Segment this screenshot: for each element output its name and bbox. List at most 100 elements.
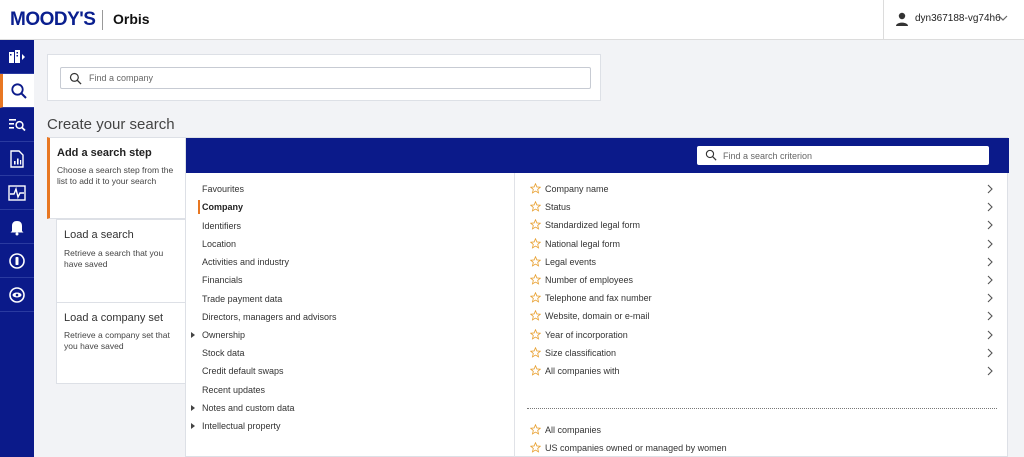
criterion-search-input[interactable]: [723, 148, 978, 163]
chevron-right-icon: [987, 366, 993, 376]
criterion-row[interactable]: Status: [530, 201, 994, 215]
criterion-row[interactable]: Company name: [530, 183, 994, 197]
criterion-row[interactable]: All companies with: [530, 365, 994, 379]
category-ownership[interactable]: Ownership: [202, 328, 245, 342]
star-icon[interactable]: [530, 310, 541, 322]
company-search-box[interactable]: [60, 67, 591, 89]
chevron-right-icon: [987, 202, 993, 212]
chevron-right-icon: [987, 275, 993, 285]
predefined-search-row[interactable]: US companies owned or managed by women: [530, 442, 994, 456]
search-icon: [10, 82, 27, 99]
category-stock-data[interactable]: Stock data: [202, 346, 245, 360]
star-icon[interactable]: [530, 292, 541, 303]
chevron-right-icon: [987, 348, 993, 358]
criterion-row[interactable]: National legal form: [530, 237, 994, 252]
sidebar-item-alerts[interactable]: [0, 210, 34, 244]
criterion-label: Website, domain or e-mail: [545, 311, 650, 322]
star-icon[interactable]: [530, 365, 541, 376]
sidebar-item-info[interactable]: [0, 244, 34, 278]
step-load-company-set[interactable]: Load a company set Retrieve a company se…: [56, 302, 186, 384]
user-name: dyn367188-vg74h6: [915, 13, 1001, 24]
star-icon[interactable]: [530, 346, 541, 358]
criterion-search-box[interactable]: [697, 146, 989, 165]
sidebar-item-companies[interactable]: [0, 40, 34, 74]
star-icon[interactable]: [530, 274, 541, 285]
star-icon[interactable]: [530, 328, 541, 340]
criterion-row[interactable]: Website, domain or e-mail: [530, 310, 994, 324]
criterion-label: Standardized legal form: [545, 220, 641, 231]
criterion-row[interactable]: Size classification: [530, 346, 994, 361]
predefined-search-label: All companies: [545, 425, 602, 435]
report-icon: [10, 149, 24, 168]
sidebar-item-view[interactable]: [0, 278, 34, 312]
user-icon: [896, 12, 908, 26]
category-company[interactable]: Company: [202, 200, 243, 214]
category-financials[interactable]: Financials: [202, 273, 243, 287]
predefined-search-label: US companies owned or managed by women: [545, 443, 727, 453]
star-icon[interactable]: [530, 442, 541, 453]
step-title: Load a company set: [64, 312, 164, 324]
criterion-label: Telephone and fax number: [545, 293, 652, 304]
star-icon[interactable]: [530, 424, 541, 435]
predefined-search-row[interactable]: All companies: [530, 424, 994, 438]
bell-icon: [10, 220, 24, 235]
product-name[interactable]: Orbis: [113, 11, 150, 27]
active-category-marker: [198, 200, 200, 214]
chevron-right-icon: [987, 184, 993, 194]
category-directors[interactable]: Directors, managers and advisors: [202, 310, 337, 324]
chevron-right-icon: [987, 239, 993, 248]
sidebar-item-reports[interactable]: [0, 142, 34, 176]
star-icon[interactable]: [530, 255, 541, 267]
logo-divider: [102, 10, 103, 30]
category-intellectual-property[interactable]: Intellectual property: [202, 419, 281, 433]
moodys-logo[interactable]: MOODY'S: [10, 9, 96, 31]
category-trade-payment-data[interactable]: Trade payment data: [202, 292, 282, 306]
step-description: Choose a search step from the list to ad…: [57, 165, 174, 186]
step-description: Retrieve a company set that you have sav…: [64, 330, 170, 351]
criterion-row[interactable]: Number of employees: [530, 274, 994, 288]
step-title: Load a search: [64, 229, 134, 241]
star-icon[interactable]: [530, 183, 541, 194]
category-favourites[interactable]: Favourites: [202, 182, 244, 196]
criterion-row[interactable]: Telephone and fax number: [530, 292, 994, 306]
chevron-right-icon: [987, 293, 993, 303]
section-divider: [527, 408, 997, 409]
star-icon[interactable]: [530, 201, 541, 212]
star-icon[interactable]: [530, 219, 541, 231]
step-add-search-step[interactable]: Add a search step Choose a search step f…: [47, 137, 186, 219]
expand-arrow-icon[interactable]: [191, 332, 195, 338]
left-sidebar: [0, 40, 34, 457]
category-credit-default-swaps[interactable]: Credit default swaps: [202, 364, 284, 378]
category-recent-updates[interactable]: Recent updates: [202, 383, 265, 397]
criterion-row[interactable]: Standardized legal form: [530, 219, 994, 233]
criterion-label: Company name: [545, 184, 609, 194]
criterion-row[interactable]: Legal events: [530, 255, 994, 270]
criterion-label: Status: [545, 202, 571, 213]
chevron-right-icon: [987, 330, 993, 339]
step-description: Retrieve a search that you have saved: [64, 248, 164, 269]
user-menu[interactable]: dyn367188-vg74h6: [883, 0, 1024, 40]
step-title: Add a search step: [57, 147, 152, 159]
criterion-label: Size classification: [545, 347, 617, 358]
category-identifiers[interactable]: Identifiers: [202, 219, 241, 233]
sidebar-item-search[interactable]: [0, 74, 34, 108]
monitor-icon: [8, 184, 26, 201]
app-header: MOODY'S Orbis dyn367188-vg74h6: [0, 0, 1024, 40]
company-search-input[interactable]: [89, 70, 569, 86]
sidebar-item-search-list[interactable]: [0, 108, 34, 142]
criterion-label: All companies with: [545, 366, 620, 376]
expand-arrow-icon[interactable]: [191, 423, 195, 429]
criterion-label: Legal events: [545, 256, 597, 267]
step-load-search[interactable]: Load a search Retrieve a search that you…: [56, 219, 186, 303]
company-search-panel: [47, 54, 601, 101]
criterion-label: Year of incorporation: [545, 329, 628, 340]
criterion-row[interactable]: Year of incorporation: [530, 328, 994, 343]
expand-arrow-icon[interactable]: [191, 405, 195, 411]
sidebar-item-monitoring[interactable]: [0, 176, 34, 210]
category-activities-industry[interactable]: Activities and industry: [202, 255, 289, 269]
category-location[interactable]: Location: [202, 237, 236, 251]
category-notes-custom-data[interactable]: Notes and custom data: [202, 401, 295, 415]
star-icon[interactable]: [530, 237, 541, 249]
search-icon: [705, 149, 717, 161]
company-list-icon: [9, 49, 25, 63]
